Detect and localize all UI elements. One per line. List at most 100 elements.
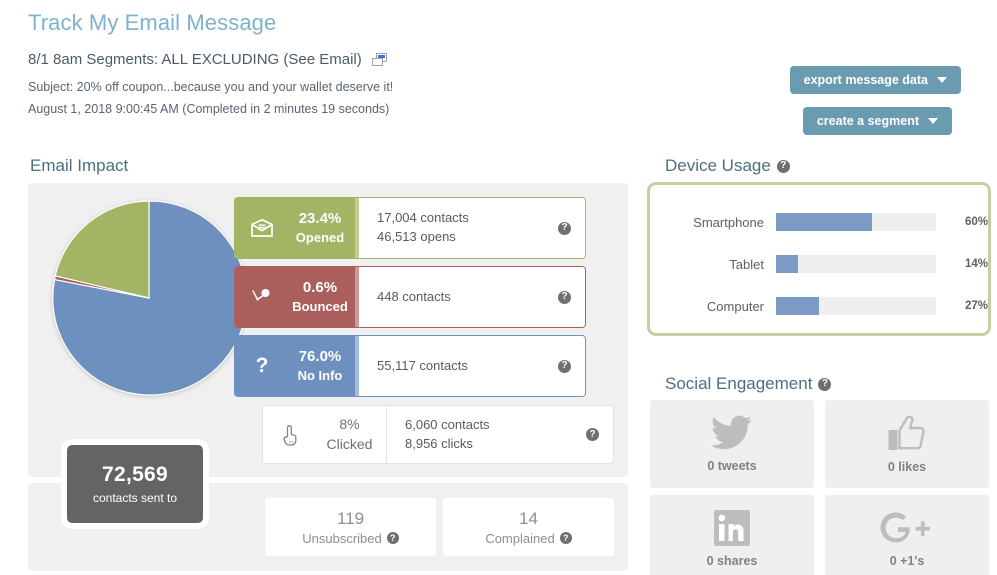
help-icon-bounced[interactable]: ? bbox=[558, 290, 571, 304]
tile-complained[interactable]: 14 Complained ? bbox=[443, 498, 614, 556]
contacts-sent-label: contacts sent to bbox=[92, 491, 178, 505]
metric-clicked-percent: 8% bbox=[339, 415, 360, 432]
device-label-smartphone: Smartphone bbox=[693, 214, 764, 230]
metric-clicked-detail-1: 6,060 contacts bbox=[405, 416, 490, 432]
device-usage-heading-label: Device Usage bbox=[665, 156, 771, 175]
social-tile-likes[interactable]: 0 likes bbox=[825, 400, 989, 488]
device-bar-fill-computer bbox=[776, 297, 820, 315]
bounce-arrow-icon bbox=[245, 287, 279, 307]
tile-unsubscribed[interactable]: 119 Unsubscribed ? bbox=[265, 498, 436, 556]
metric-no-info-summary: ? 76.0% No Info bbox=[235, 336, 359, 396]
metric-row-opened[interactable]: 23.4% Opened 17,004 contacts 46,513 open… bbox=[234, 197, 586, 259]
metric-clicked-text: 8% Clicked bbox=[313, 415, 386, 454]
metric-no-info-label: No Info bbox=[297, 368, 343, 384]
social-label-tweets: 0 tweets bbox=[707, 459, 757, 473]
metric-opened-detail-block: 17,004 contacts 46,513 opens bbox=[377, 209, 469, 247]
social-tile-tweets[interactable]: 0 tweets bbox=[650, 400, 814, 488]
complained-label-row: Complained ? bbox=[485, 530, 572, 546]
device-value-smartphone: 60% bbox=[964, 216, 988, 228]
metric-opened-details: 17,004 contacts 46,513 opens ? bbox=[359, 198, 585, 258]
linkedin-icon bbox=[714, 510, 750, 546]
metric-no-info-details: 55,117 contacts ? bbox=[359, 336, 585, 396]
complained-label: Complained bbox=[485, 530, 555, 546]
export-button-label: export message data bbox=[803, 73, 928, 87]
device-bar-track-tablet bbox=[776, 255, 936, 273]
help-icon-social-engagement[interactable]: ? bbox=[818, 377, 832, 391]
metric-opened-percent: 23.4% bbox=[298, 210, 342, 228]
device-usage-heading: Device Usage ? bbox=[665, 156, 790, 176]
copy-icon-front-window bbox=[371, 58, 383, 66]
help-icon-unsubscribed[interactable]: ? bbox=[386, 532, 399, 544]
social-label-shares: 0 shares bbox=[706, 554, 758, 568]
pointing-hand-icon bbox=[273, 423, 307, 447]
social-label-likes: 0 likes bbox=[887, 460, 927, 474]
device-bar-track-smartphone bbox=[776, 213, 936, 231]
message-timestamp: August 1, 2018 9:00:45 AM (Completed in … bbox=[28, 102, 390, 116]
metric-opened-detail-1: 17,004 contacts bbox=[377, 210, 469, 226]
social-label-plus-ones: 0 +1's bbox=[889, 554, 925, 568]
help-icon-no-info[interactable]: ? bbox=[558, 359, 571, 373]
metric-bounced-detail-1: 448 contacts bbox=[377, 288, 451, 304]
metric-clicked-label: Clicked bbox=[326, 435, 373, 452]
metric-no-info-detail-1: 55,117 contacts bbox=[377, 357, 468, 373]
social-tile-shares[interactable]: 0 shares bbox=[650, 495, 814, 575]
metric-bounced-label: Bounced bbox=[292, 299, 348, 315]
message-name-line: 8/1 8am Segments: ALL EXCLUDING (See Ema… bbox=[28, 51, 387, 68]
unsubscribed-label-row: Unsubscribed ? bbox=[302, 531, 399, 546]
social-tile-plus-ones[interactable]: 0 +1's bbox=[825, 495, 989, 575]
open-envelope-icon bbox=[245, 219, 279, 237]
device-row-tablet: Tablet 14% bbox=[650, 255, 988, 273]
metric-row-no-info[interactable]: ? 76.0% No Info 55,117 contacts ? bbox=[234, 335, 586, 397]
contacts-sent-count: 72,569 bbox=[101, 463, 169, 486]
help-icon-opened[interactable]: ? bbox=[558, 221, 571, 235]
message-name: 8/1 8am Segments: ALL EXCLUDING (See Ema… bbox=[28, 51, 362, 68]
email-impact-pie-chart bbox=[52, 200, 248, 396]
email-impact-heading-label: Email Impact bbox=[30, 156, 129, 175]
unsubscribed-count: 119 bbox=[336, 508, 365, 528]
device-value-computer: 27% bbox=[964, 300, 988, 312]
metric-no-info-percent: 76.0% bbox=[298, 348, 342, 366]
metric-opened-label: Opened bbox=[295, 230, 345, 246]
metric-row-bounced[interactable]: 0.6% Bounced 448 contacts ? bbox=[234, 266, 586, 328]
metric-bounced-summary: 0.6% Bounced bbox=[235, 267, 359, 327]
question-mark-big-icon: ? bbox=[245, 354, 279, 378]
contacts-sent-badge: 72,569 contacts sent to bbox=[67, 445, 203, 523]
device-row-computer: Computer 27% bbox=[650, 297, 988, 315]
unsubscribed-label: Unsubscribed bbox=[302, 530, 382, 546]
create-a-segment-button[interactable]: create a segment bbox=[802, 107, 952, 135]
metric-bounced-text: 0.6% Bounced bbox=[285, 278, 355, 316]
help-icon-clicked[interactable]: ? bbox=[586, 428, 599, 441]
metric-opened-detail-2: 46,513 opens bbox=[377, 229, 456, 244]
help-icon-device-usage[interactable]: ? bbox=[776, 159, 790, 173]
metric-opened-text: 23.4% Opened bbox=[285, 209, 355, 247]
device-row-smartphone: Smartphone 60% bbox=[650, 213, 988, 231]
thumbs-up-icon bbox=[887, 414, 927, 452]
help-icon-complained[interactable]: ? bbox=[559, 532, 572, 544]
social-engagement-heading: Social Engagement ? bbox=[665, 374, 832, 394]
email-impact-pie-wrap bbox=[50, 199, 248, 397]
chevron-down-icon bbox=[928, 118, 938, 124]
page-title: Track My Email Message bbox=[28, 10, 277, 35]
metric-bounced-percent: 0.6% bbox=[302, 279, 338, 297]
device-bar-fill-smartphone bbox=[776, 213, 872, 231]
metric-row-clicked[interactable]: 8% Clicked 6,060 contacts 8,956 clicks ? bbox=[262, 405, 614, 464]
metric-clicked-detail-2: 8,956 clicks bbox=[405, 435, 473, 451]
metric-clicked-detail-block: 6,060 contacts 8,956 clicks bbox=[405, 416, 490, 454]
device-bar-fill-tablet bbox=[776, 255, 799, 273]
device-usage-panel: Smartphone 60% Tablet 14% Computer 27% bbox=[647, 182, 991, 336]
metric-clicked-details: 6,060 contacts 8,956 clicks ? bbox=[387, 406, 613, 463]
device-value-tablet: 14% bbox=[964, 258, 988, 270]
copy-window-icon[interactable] bbox=[371, 53, 387, 66]
device-label-computer: Computer bbox=[706, 298, 764, 314]
svg-text:?: ? bbox=[256, 354, 269, 377]
segment-button-label: create a segment bbox=[816, 114, 919, 128]
social-engagement-heading-label: Social Engagement bbox=[665, 374, 813, 393]
metric-clicked-summary: 8% Clicked bbox=[263, 406, 387, 463]
metric-opened-summary: 23.4% Opened bbox=[235, 198, 359, 258]
message-subject: Subject: 20% off coupon...because you an… bbox=[28, 80, 394, 94]
metric-bounced-details: 448 contacts ? bbox=[359, 267, 585, 327]
track-email-message-page: Track My Email Message 8/1 8am Segments:… bbox=[0, 0, 997, 575]
chevron-down-icon bbox=[937, 77, 947, 83]
export-message-data-button[interactable]: export message data bbox=[789, 66, 961, 94]
google-plus-icon bbox=[880, 510, 934, 546]
